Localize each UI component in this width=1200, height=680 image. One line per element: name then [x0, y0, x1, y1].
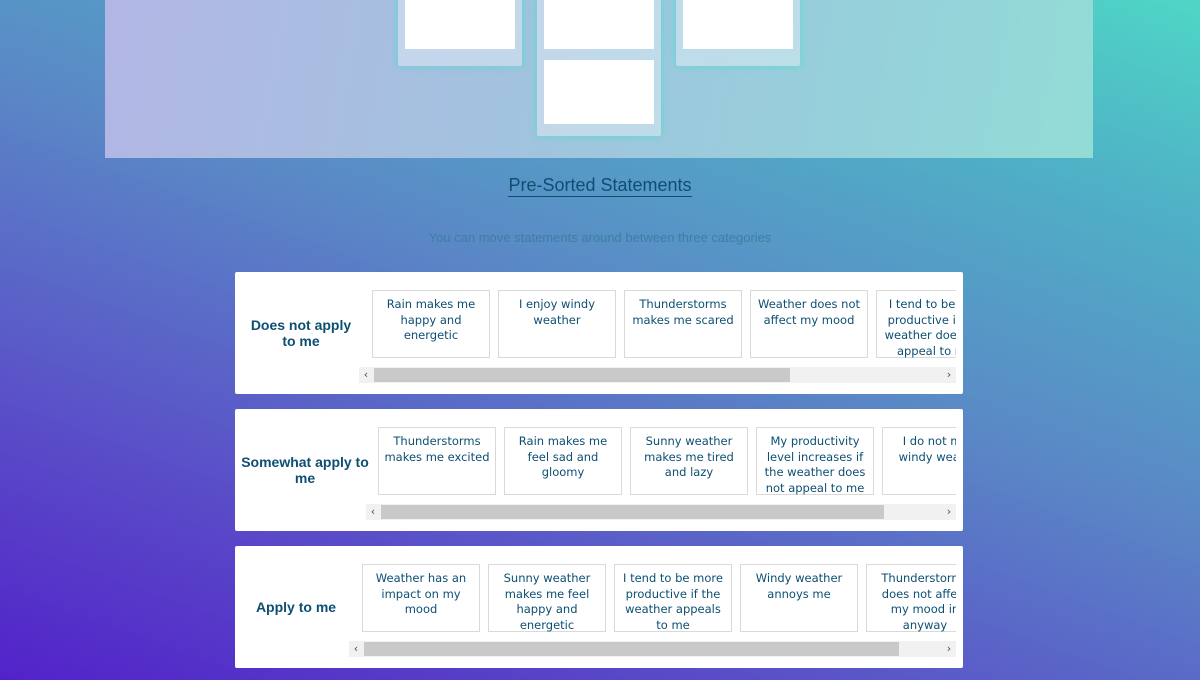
statement-card[interactable]: Rain makes me feel sad and gloomy: [504, 427, 622, 495]
horizontal-scrollbar[interactable]: ‹ ›: [366, 504, 956, 520]
statement-card[interactable]: Weather has an impact on my mood: [362, 564, 480, 632]
statement-card[interactable]: I do not mind windy weather: [882, 427, 956, 495]
section-subtitle: You can move statements around between t…: [428, 230, 772, 245]
image-tile-1[interactable]: [398, 0, 522, 66]
statement-card[interactable]: Thunderstorms makes me scared: [624, 290, 742, 358]
category-panel-does-not-apply: Does not apply to me Rain makes me happy…: [235, 272, 963, 394]
scrollbar-thumb[interactable]: [374, 368, 790, 382]
statement-card[interactable]: My productivity level increases if the w…: [756, 427, 874, 495]
horizontal-scrollbar[interactable]: ‹ ›: [359, 367, 956, 383]
statement-card[interactable]: Thunderstorms makes me excited: [378, 427, 496, 495]
hero-banner: [105, 0, 1093, 158]
section-title: Pre-Sorted Statements: [0, 175, 1200, 197]
statement-list[interactable]: Rain makes me happy and energetic I enjo…: [372, 290, 956, 362]
category-label: Does not apply to me: [250, 317, 352, 349]
statement-card[interactable]: Windy weather annoys me: [740, 564, 858, 632]
section-title-link[interactable]: Pre-Sorted Statements: [508, 175, 692, 197]
statement-card[interactable]: I enjoy windy weather: [498, 290, 616, 358]
image-tile-3[interactable]: [676, 0, 800, 66]
statement-list[interactable]: Thunderstorms makes me excited Rain make…: [378, 427, 956, 499]
horizontal-scrollbar[interactable]: ‹ ›: [349, 641, 956, 657]
category-panel-somewhat-apply: Somewhat apply to me Thunderstorms makes…: [235, 409, 963, 531]
scrollbar-thumb[interactable]: [364, 642, 899, 656]
scroll-left-icon[interactable]: ‹: [359, 367, 373, 383]
statement-card[interactable]: Thunderstorms does not affect my mood in…: [866, 564, 956, 632]
scroll-left-icon[interactable]: ‹: [349, 641, 363, 657]
statement-card[interactable]: I tend to be more productive if the weat…: [614, 564, 732, 632]
scroll-right-icon[interactable]: ›: [942, 367, 956, 383]
statement-card[interactable]: Weather does not affect my mood: [750, 290, 868, 358]
category-label: Apply to me: [255, 599, 337, 615]
statement-card[interactable]: I tend to be less productive if the weat…: [876, 290, 956, 358]
category-label: Somewhat apply to me: [241, 454, 369, 486]
statement-card[interactable]: Sunny weather makes me tired and lazy: [630, 427, 748, 495]
scroll-right-icon[interactable]: ›: [942, 504, 956, 520]
statement-list[interactable]: Weather has an impact on my mood Sunny w…: [362, 564, 956, 636]
scrollbar-thumb[interactable]: [381, 505, 884, 519]
scroll-left-icon[interactable]: ‹: [366, 504, 380, 520]
scroll-right-icon[interactable]: ›: [942, 641, 956, 657]
image-tile-2[interactable]: [537, 0, 661, 136]
statement-card[interactable]: Rain makes me happy and energetic: [372, 290, 490, 358]
statement-card[interactable]: Sunny weather makes me feel happy and en…: [488, 564, 606, 632]
category-panel-apply: Apply to me Weather has an impact on my …: [235, 546, 963, 668]
